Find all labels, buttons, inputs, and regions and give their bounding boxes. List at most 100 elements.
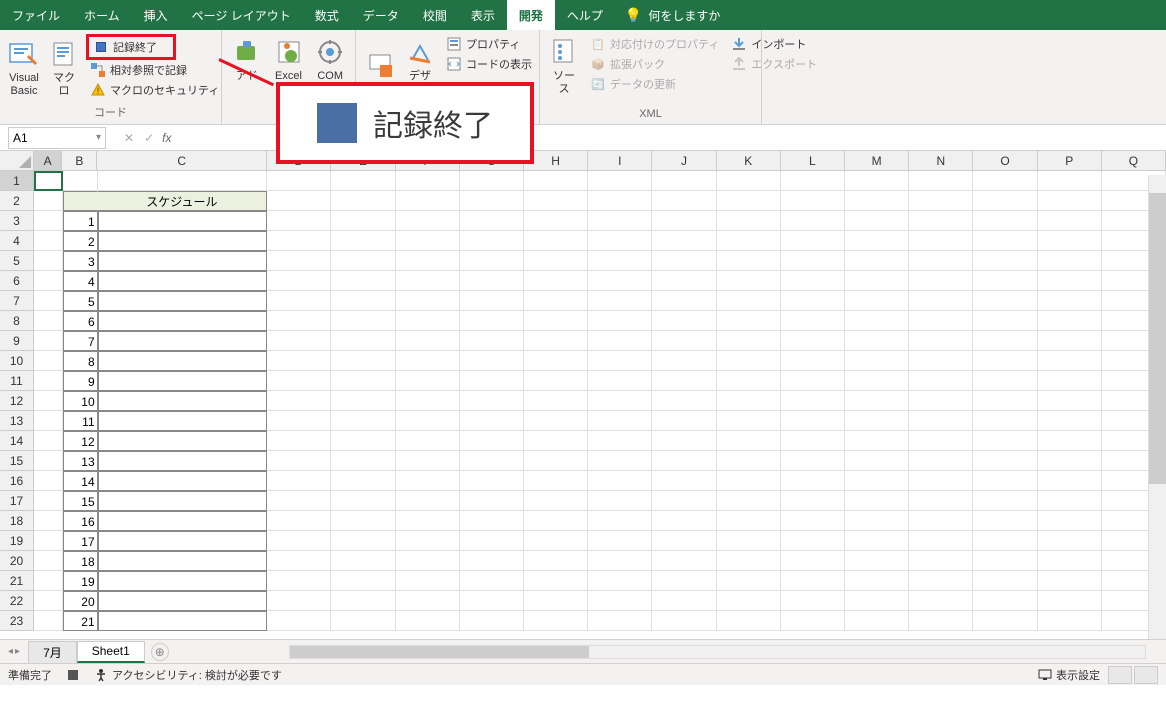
cell-J14[interactable] <box>652 431 716 451</box>
cell-B13[interactable]: 11 <box>63 411 98 431</box>
import-button[interactable]: インポート <box>727 34 821 54</box>
cell-M8[interactable] <box>845 311 909 331</box>
cell-M7[interactable] <box>845 291 909 311</box>
cell-K14[interactable] <box>717 431 781 451</box>
col-header-L[interactable]: L <box>781 151 845 170</box>
row-header-17[interactable]: 17 <box>0 491 33 511</box>
cell-B5[interactable]: 3 <box>63 251 98 271</box>
cell-K9[interactable] <box>717 331 781 351</box>
cell-F16[interactable] <box>396 471 460 491</box>
cell-K15[interactable] <box>717 451 781 471</box>
cell-D15[interactable] <box>267 451 331 471</box>
cell-F12[interactable] <box>396 391 460 411</box>
col-header-B[interactable]: B <box>62 151 97 170</box>
cell-grid[interactable]: スケジュール123456789101112131415161718192021 <box>34 171 1166 639</box>
cell-G19[interactable] <box>460 531 524 551</box>
cell-D22[interactable] <box>267 591 331 611</box>
cell-D7[interactable] <box>267 291 331 311</box>
relative-ref-button[interactable]: 相対参照で記録 <box>86 60 223 80</box>
cell-A10[interactable] <box>34 351 63 371</box>
cell-P3[interactable] <box>1038 211 1102 231</box>
cell-O19[interactable] <box>973 531 1037 551</box>
cell-N15[interactable] <box>909 451 973 471</box>
cell-D6[interactable] <box>267 271 331 291</box>
row-header-10[interactable]: 10 <box>0 351 33 371</box>
cell-B17[interactable]: 15 <box>63 491 98 511</box>
cell-H10[interactable] <box>524 351 588 371</box>
cell-E19[interactable] <box>331 531 395 551</box>
cell-N2[interactable] <box>909 191 973 211</box>
name-box[interactable]: A1 <box>8 127 106 149</box>
cell-P19[interactable] <box>1038 531 1102 551</box>
cell-E4[interactable] <box>331 231 395 251</box>
enter-icon[interactable]: ✓ <box>144 131 154 145</box>
cell-L2[interactable] <box>781 191 845 211</box>
cell-H18[interactable] <box>524 511 588 531</box>
cell-L11[interactable] <box>781 371 845 391</box>
row-header-14[interactable]: 14 <box>0 431 33 451</box>
cell-E11[interactable] <box>331 371 395 391</box>
cell-G6[interactable] <box>460 271 524 291</box>
cell-I18[interactable] <box>588 511 652 531</box>
cell-K22[interactable] <box>717 591 781 611</box>
cell-N18[interactable] <box>909 511 973 531</box>
cell-N10[interactable] <box>909 351 973 371</box>
cell-K2[interactable] <box>717 191 781 211</box>
cell-G23[interactable] <box>460 611 524 631</box>
cell-B4[interactable]: 2 <box>63 231 98 251</box>
cell-D11[interactable] <box>267 371 331 391</box>
view-normal-button[interactable] <box>1108 666 1132 684</box>
cell-F18[interactable] <box>396 511 460 531</box>
col-header-K[interactable]: K <box>717 151 781 170</box>
cell-M1[interactable] <box>845 171 909 191</box>
cell-A2[interactable] <box>34 191 63 211</box>
cell-N8[interactable] <box>909 311 973 331</box>
col-header-A[interactable]: A <box>34 151 62 170</box>
cell-M5[interactable] <box>845 251 909 271</box>
cell-D18[interactable] <box>267 511 331 531</box>
cell-M23[interactable] <box>845 611 909 631</box>
cell-E1[interactable] <box>331 171 395 191</box>
cell-E5[interactable] <box>331 251 395 271</box>
cell-B10[interactable]: 8 <box>63 351 98 371</box>
view-layout-button[interactable] <box>1134 666 1158 684</box>
row-header-3[interactable]: 3 <box>0 211 33 231</box>
cell-D4[interactable] <box>267 231 331 251</box>
cell-M11[interactable] <box>845 371 909 391</box>
cell-N17[interactable] <box>909 491 973 511</box>
cell-G14[interactable] <box>460 431 524 451</box>
cell-G10[interactable] <box>460 351 524 371</box>
cell-L12[interactable] <box>781 391 845 411</box>
cell-I6[interactable] <box>588 271 652 291</box>
cell-C23[interactable] <box>98 611 268 631</box>
cell-F15[interactable] <box>396 451 460 471</box>
cell-A13[interactable] <box>34 411 63 431</box>
cell-H7[interactable] <box>524 291 588 311</box>
cell-D9[interactable] <box>267 331 331 351</box>
cell-C18[interactable] <box>98 511 268 531</box>
cell-K20[interactable] <box>717 551 781 571</box>
cell-F2[interactable] <box>396 191 460 211</box>
cell-C13[interactable] <box>98 411 268 431</box>
cell-C7[interactable] <box>98 291 268 311</box>
cell-C12[interactable] <box>98 391 268 411</box>
cell-D10[interactable] <box>267 351 331 371</box>
row-header-9[interactable]: 9 <box>0 331 33 351</box>
com-addins-button[interactable]: COM <box>311 34 349 85</box>
cell-H6[interactable] <box>524 271 588 291</box>
cell-O4[interactable] <box>973 231 1037 251</box>
cell-O13[interactable] <box>973 411 1037 431</box>
cell-M22[interactable] <box>845 591 909 611</box>
row-header-18[interactable]: 18 <box>0 511 33 531</box>
cell-O14[interactable] <box>973 431 1037 451</box>
cell-A5[interactable] <box>34 251 63 271</box>
cell-L8[interactable] <box>781 311 845 331</box>
cell-N9[interactable] <box>909 331 973 351</box>
cell-H20[interactable] <box>524 551 588 571</box>
cell-B9[interactable]: 7 <box>63 331 98 351</box>
col-header-C[interactable]: C <box>97 151 267 170</box>
cell-B16[interactable]: 14 <box>63 471 98 491</box>
cell-E14[interactable] <box>331 431 395 451</box>
select-all-corner[interactable] <box>0 151 34 171</box>
cell-E17[interactable] <box>331 491 395 511</box>
